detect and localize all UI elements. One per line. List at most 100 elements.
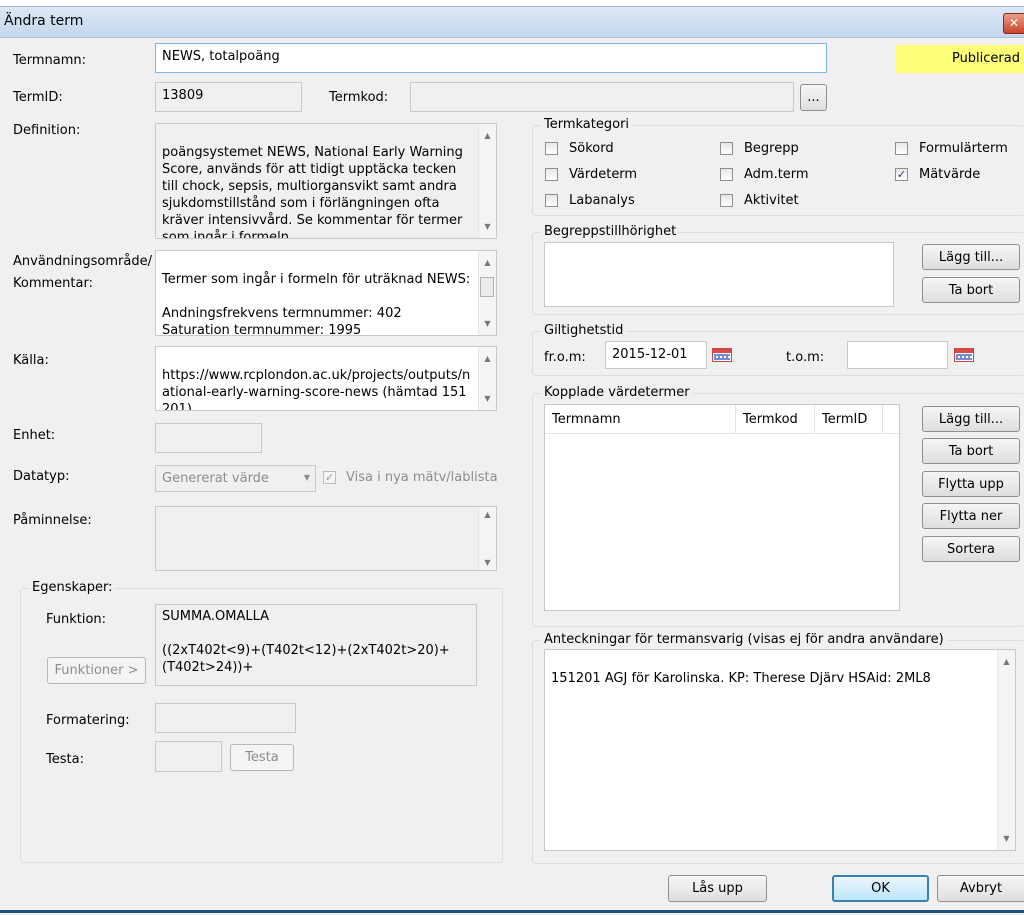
- termkod-input[interactable]: [410, 82, 794, 112]
- move-down-button[interactable]: Flytta ner: [922, 503, 1020, 529]
- datatyp-select[interactable]: Genererat värde ▼: [155, 465, 316, 492]
- from-label: fr.o.m:: [544, 350, 586, 365]
- anvandningsomrade-label: Användningsområde/: [13, 254, 152, 269]
- to-date-input[interactable]: [847, 341, 948, 369]
- enhet-label: Enhet:: [13, 428, 56, 443]
- formatering-label: Formatering:: [46, 713, 130, 728]
- funktion-label: Funktion:: [46, 612, 107, 627]
- to-label: t.o.m:: [786, 350, 825, 365]
- chevron-down-icon[interactable]: ▼: [304, 473, 310, 482]
- definition-label: Definition:: [13, 123, 81, 138]
- from-date-input[interactable]: 2015-12-01: [605, 341, 707, 369]
- termkod-browse-button[interactable]: ...: [800, 84, 827, 111]
- termkategori-title: Termkategori: [541, 117, 633, 132]
- giltighetstid-title: Giltighetstid: [541, 323, 627, 338]
- scroll-down-icon[interactable]: ▼: [479, 558, 496, 567]
- visa-checkbox[interactable]: ✓: [323, 471, 336, 484]
- labanalys-label: Labanalys: [569, 193, 635, 208]
- begrepp-label: Begrepp: [744, 141, 799, 156]
- testa-input[interactable]: [155, 741, 222, 772]
- aktivitet-label: Aktivitet: [744, 193, 799, 208]
- visa-label: Visa i nya mätv/lablista: [346, 470, 498, 485]
- formatering-input[interactable]: [155, 703, 296, 733]
- paminnelse-label: Påminnelse:: [13, 513, 92, 528]
- enhet-input[interactable]: [155, 423, 262, 453]
- vardeterm-checkbox[interactable]: [545, 168, 558, 181]
- calendar-icon[interactable]: [954, 348, 974, 362]
- termnamn-label: Termnamn:: [13, 53, 86, 68]
- definition-scrollbar[interactable]: ▲ ▼: [478, 124, 496, 238]
- kalla-label: Källa:: [13, 353, 49, 368]
- matvarde-label: Mätvärde: [919, 167, 981, 182]
- kopplade-add-button[interactable]: Lägg till...: [922, 406, 1020, 432]
- listview-header: Termnamn Termkod TermID: [545, 405, 899, 434]
- column-termid[interactable]: TermID: [815, 405, 883, 433]
- kalla-textarea[interactable]: https://www.rcplondon.ac.uk/projects/out…: [155, 346, 497, 411]
- status-badge: Publicerad: [896, 45, 1024, 73]
- datatyp-value: Genererat värde: [162, 471, 269, 486]
- scroll-up-icon[interactable]: ▲: [998, 653, 1015, 670]
- anteckningar-title: Anteckningar för termansvarig (visas ej …: [541, 632, 947, 647]
- paminnelse-textarea[interactable]: ▲ ▼: [155, 506, 497, 571]
- kommentar-textarea[interactable]: Termer som ingår i formeln för uträknad …: [155, 250, 497, 336]
- kalla-text: https://www.rcplondon.ac.uk/projects/out…: [162, 368, 471, 411]
- unlock-button[interactable]: Lås upp: [668, 875, 767, 902]
- kommentar-label: Kommentar:: [13, 276, 93, 291]
- anteckningar-text: 151201 AGJ för Karolinska. KP: Therese D…: [551, 671, 931, 686]
- formularterm-label: Formulärterm: [919, 141, 1008, 156]
- calendar-icon[interactable]: [712, 348, 732, 362]
- paminnelse-scrollbar[interactable]: ▲ ▼: [478, 507, 496, 570]
- kopplade-remove-button[interactable]: Ta bort: [922, 438, 1020, 464]
- scroll-down-icon[interactable]: ▼: [479, 218, 496, 235]
- scroll-up-icon[interactable]: ▲: [479, 350, 496, 367]
- funktion-field[interactable]: SUMMA.OMALLA ((2xT402t<9)+(T402t<12)+(2x…: [155, 604, 477, 686]
- funktioner-button[interactable]: Funktioner >: [47, 657, 146, 684]
- termid-label: TermID:: [13, 90, 63, 105]
- scroll-down-icon[interactable]: ▼: [479, 315, 496, 332]
- scroll-up-icon[interactable]: ▲: [479, 127, 496, 144]
- close-icon[interactable]: ✕: [1003, 13, 1024, 34]
- ok-button[interactable]: OK: [832, 875, 929, 902]
- definition-text: poängsystemet NEWS, National Early Warni…: [162, 145, 463, 239]
- move-up-button[interactable]: Flytta upp: [922, 471, 1020, 497]
- anteckningar-textarea[interactable]: 151201 AGJ för Karolinska. KP: Therese D…: [544, 649, 1016, 851]
- anteckningar-scrollbar[interactable]: ▲ ▼: [997, 650, 1015, 850]
- kopplade-listview[interactable]: Termnamn Termkod TermID: [544, 404, 900, 611]
- cancel-button[interactable]: Avbryt: [937, 875, 1024, 902]
- begrepp-remove-button[interactable]: Ta bort: [922, 277, 1020, 303]
- title-bar: Ändra term ✕: [0, 6, 1024, 38]
- begreppstillhorighet-title: Begreppstillhörighet: [541, 224, 680, 239]
- datatyp-label: Datatyp:: [13, 469, 70, 484]
- labanalys-checkbox[interactable]: [545, 194, 558, 207]
- scroll-down-icon[interactable]: ▼: [479, 390, 496, 407]
- kommentar-text: Termer som ingår i formeln för uträknad …: [162, 272, 471, 336]
- kommentar-scrollbar[interactable]: ▲ ▼: [478, 251, 496, 335]
- egenskaper-title: Egenskaper:: [29, 580, 116, 595]
- scroll-up-icon[interactable]: ▲: [479, 254, 496, 271]
- bottom-edge: [0, 910, 1024, 913]
- aktivitet-checkbox[interactable]: [720, 194, 733, 207]
- termid-field: 13809: [155, 82, 302, 112]
- column-termnamn[interactable]: Termnamn: [545, 405, 736, 433]
- formularterm-checkbox[interactable]: [895, 142, 908, 155]
- matvarde-checkbox[interactable]: ✓: [895, 168, 908, 181]
- testa-button[interactable]: Testa: [230, 744, 294, 771]
- window-title: Ändra term: [4, 13, 84, 29]
- sokord-label: Sökord: [569, 141, 614, 156]
- column-termkod[interactable]: Termkod: [736, 405, 815, 433]
- begreppstillhorighet-list[interactable]: [544, 242, 894, 307]
- definition-textarea[interactable]: poängsystemet NEWS, National Early Warni…: [155, 123, 497, 239]
- kopplade-title: Kopplade värdetermer: [541, 385, 693, 400]
- termnamn-input[interactable]: NEWS, totalpoäng: [155, 43, 827, 73]
- admterm-label: Adm.term: [744, 167, 809, 182]
- testa-label: Testa:: [46, 752, 84, 767]
- scroll-thumb[interactable]: [480, 277, 494, 297]
- scroll-down-icon[interactable]: ▼: [998, 830, 1015, 847]
- sort-button[interactable]: Sortera: [922, 536, 1020, 562]
- begrepp-checkbox[interactable]: [720, 142, 733, 155]
- kalla-scrollbar[interactable]: ▲ ▼: [478, 347, 496, 410]
- scroll-up-icon[interactable]: ▲: [479, 510, 496, 519]
- sokord-checkbox[interactable]: [545, 142, 558, 155]
- begrepp-add-button[interactable]: Lägg till...: [922, 244, 1020, 270]
- admterm-checkbox[interactable]: [720, 168, 733, 181]
